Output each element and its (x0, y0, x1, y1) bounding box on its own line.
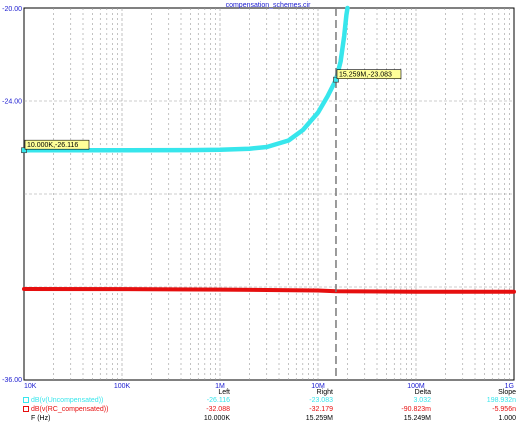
readout-value: -26.116 (206, 397, 230, 404)
readout-value: -90.823m (401, 406, 431, 413)
y-tick-label: -24.00 (2, 99, 22, 106)
readout-value: 10.000K (203, 415, 230, 422)
readout-value: -32.088 (206, 406, 230, 413)
readout-value: -5.956n (492, 406, 516, 413)
plot-area: 10.000K,-26.11615.259M,-23.083 10K 100K 1M… (2, 2, 516, 390)
readout-value: 15.249M (403, 415, 431, 422)
readout-value: 15.259M (305, 415, 333, 422)
readout-value: -23.083 (309, 397, 333, 404)
series-legend-label: dB(v(RC_compensated)) (31, 406, 109, 413)
cursor-label-text: 15.259M,-23.083 (339, 72, 392, 79)
readout-value: -32.179 (309, 406, 333, 413)
y-tick-label: -20.00 (2, 6, 22, 13)
cursor-label: 15.259M,-23.083 (336, 69, 402, 79)
x-tick-label: 10K (24, 383, 37, 390)
chart-title: compensation_schemes.cir (226, 2, 311, 9)
cursor-label-text: 10.000K,-26.116 (27, 142, 78, 149)
series-legend-swatch[interactable] (23, 397, 29, 403)
frequency-row-label: F (Hz) (31, 415, 51, 422)
readout-value: 1.000 (498, 415, 516, 422)
series-legend-label: dB(v(Uncompensated)) (31, 397, 104, 404)
readout-value: 198.932n (486, 397, 516, 404)
x-tick-label: 100K (114, 383, 131, 390)
y-tick-label: -36.00 (2, 377, 22, 384)
readout-value: 3.032 (413, 397, 431, 404)
cursor-label: 10.000K,-26.116 (24, 139, 90, 150)
series-legend-swatch[interactable] (23, 406, 29, 412)
